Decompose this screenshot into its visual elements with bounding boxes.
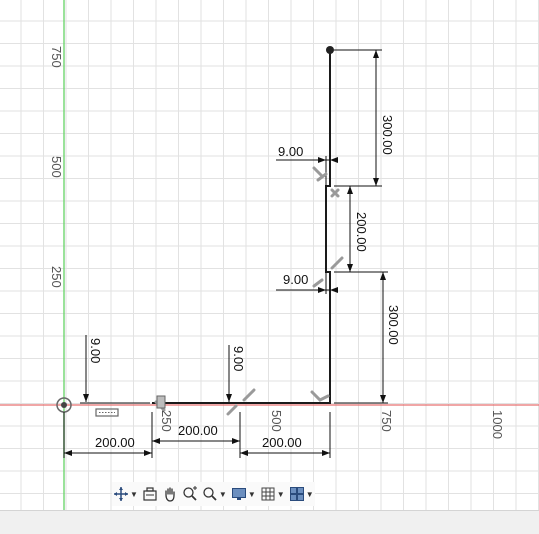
dim-thickness-1[interactable]: 9.00 bbox=[88, 338, 103, 363]
orbit-icon bbox=[114, 487, 128, 501]
chevron-down-icon: ▼ bbox=[305, 489, 314, 499]
zoom-icon bbox=[183, 486, 197, 501]
origin-point bbox=[61, 402, 67, 408]
chevron-down-icon: ▼ bbox=[218, 489, 227, 499]
dim-horizontal-2[interactable]: 200.00 bbox=[178, 424, 218, 437]
look-at-button[interactable] bbox=[141, 483, 159, 505]
axis-label-500-y: 500 bbox=[49, 156, 64, 178]
navigation-toolbar: ▼ ▼ ▼ ▼ ▼ bbox=[112, 482, 315, 506]
status-bar bbox=[0, 510, 539, 534]
fix-glyph bbox=[156, 395, 166, 409]
axis-label-250-y: 250 bbox=[49, 266, 64, 288]
zoom-window-icon bbox=[203, 487, 217, 501]
axis-label-500-x: 500 bbox=[269, 410, 284, 432]
chevron-down-icon: ▼ bbox=[276, 489, 285, 499]
pan-button[interactable] bbox=[161, 483, 179, 505]
sketch-canvas[interactable]: 750 500 250 250 500 750 1000 200.00 200.… bbox=[0, 0, 539, 510]
dim-vertical-bottom[interactable]: 300.00 bbox=[386, 305, 401, 345]
display-settings-icon bbox=[231, 488, 246, 500]
orbit-button[interactable]: ▼ bbox=[112, 483, 139, 505]
dim-thickness-2[interactable]: 9.00 bbox=[231, 346, 246, 371]
dim-offset-bottom[interactable]: 9.00 bbox=[283, 273, 308, 286]
axis-label-1000-x: 1000 bbox=[490, 410, 505, 439]
dim-vertical-top[interactable]: 300.00 bbox=[380, 115, 395, 155]
zoom-window-button[interactable]: ▼ bbox=[201, 483, 228, 505]
look-at-icon bbox=[143, 487, 157, 501]
dim-horizontal-1[interactable]: 200.00 bbox=[95, 436, 135, 449]
pan-icon bbox=[165, 487, 175, 502]
grid-settings-icon bbox=[261, 487, 275, 501]
dim-vertical-middle[interactable]: 200.00 bbox=[354, 212, 369, 252]
axis-label-250-x: 250 bbox=[159, 410, 174, 432]
viewports-icon bbox=[289, 487, 304, 501]
dim-offset-top[interactable]: 9.00 bbox=[278, 145, 303, 158]
sketch-drawing[interactable] bbox=[0, 0, 539, 510]
dim-horizontal-3[interactable]: 200.00 bbox=[262, 436, 302, 449]
chevron-down-icon: ▼ bbox=[130, 489, 138, 499]
display-settings-button[interactable]: ▼ bbox=[230, 483, 257, 505]
zoom-button[interactable] bbox=[181, 483, 199, 505]
axis-label-750-y: 750 bbox=[49, 46, 64, 68]
axis-label-750-x: 750 bbox=[379, 410, 394, 432]
grid-settings-button[interactable]: ▼ bbox=[259, 483, 286, 505]
constraint-glyphs bbox=[154, 166, 344, 416]
chevron-down-icon: ▼ bbox=[247, 489, 256, 499]
viewports-button[interactable]: ▼ bbox=[288, 483, 315, 505]
end-point[interactable] bbox=[326, 46, 334, 54]
